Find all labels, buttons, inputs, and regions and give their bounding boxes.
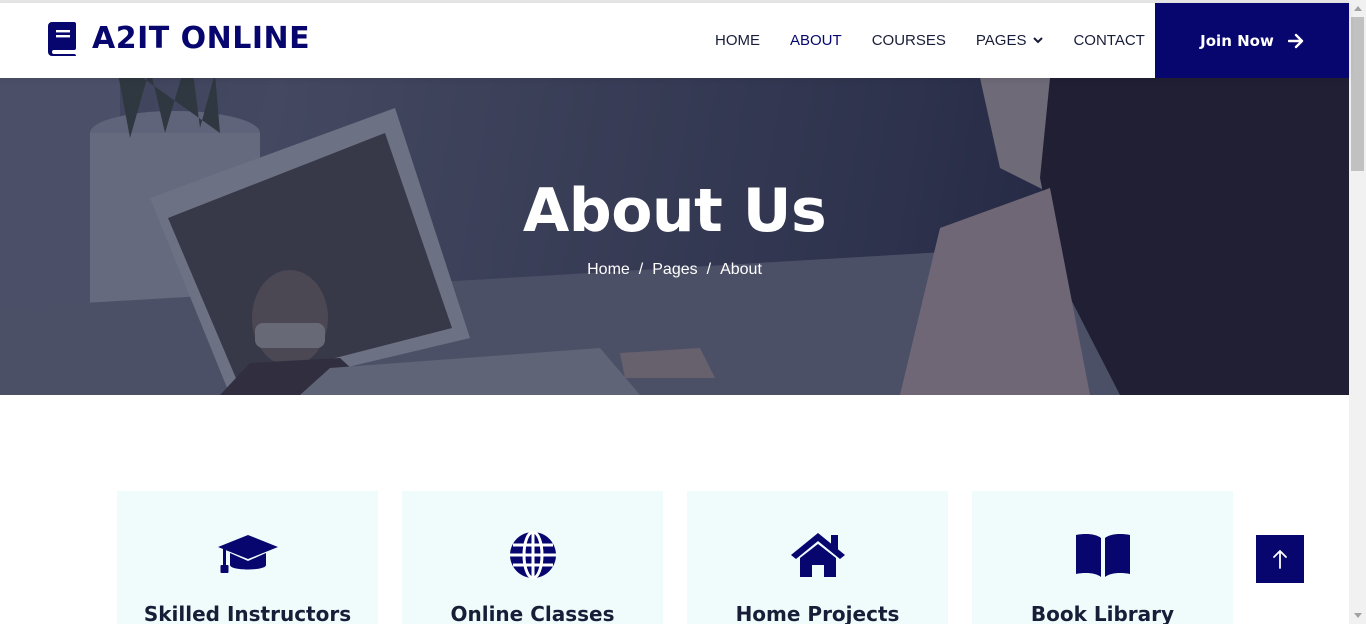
scroll-thumb[interactable] [1351,17,1364,171]
breadcrumb-separator: / [638,261,644,278]
page-title: About Us [522,176,827,246]
book-icon [48,21,76,56]
breadcrumb: Home / Pages / About [0,261,1349,279]
feature-title: Book Library [1030,602,1175,624]
breadcrumb-pages[interactable]: Pages [652,261,697,279]
breadcrumb-separator: / [706,261,712,278]
nav-courses[interactable]: COURSES [872,32,946,49]
features-row: Skilled Instructors Online Classes Home … [117,491,1257,624]
nav-about[interactable]: ABOUT [790,32,842,49]
graduation-cap-icon [217,535,278,573]
globe-icon [509,531,556,579]
hero-banner: About Us Home / Pages / About [0,78,1349,395]
arrow-right-icon [1287,33,1304,48]
caret-up-icon [1353,6,1362,11]
nav-contact[interactable]: CONTACT [1073,32,1144,49]
scroll-up-arrow[interactable] [1349,0,1366,17]
scroll-down-arrow[interactable] [1349,607,1366,624]
feature-card: Skilled Instructors [117,491,378,624]
book-open-icon [1075,534,1130,577]
navbar: A2IT ONLINE HOME ABOUT COURSES PAGES CON… [0,3,1349,78]
page-scrollbar[interactable] [1349,0,1366,624]
back-to-top-button[interactable] [1256,535,1304,583]
join-now-label: Join Now [1200,31,1274,50]
feature-card: Online Classes [402,491,663,624]
feature-card: Book Library [972,491,1233,624]
breadcrumb-home[interactable]: Home [587,261,630,279]
nav-pages-label: PAGES [975,32,1027,49]
nav-home[interactable]: HOME [715,32,760,49]
home-icon [790,533,845,577]
feature-card: Home Projects [687,491,948,624]
feature-title: Home Projects [735,602,900,624]
join-now-button[interactable]: Join Now [1155,3,1349,78]
arrow-up-icon [1273,550,1287,569]
brand-name: A2IT ONLINE [92,21,311,56]
feature-title: Online Classes [450,602,615,624]
feature-title: Skilled Instructors [143,602,352,624]
breadcrumb-current: About [720,261,762,278]
brand-logo[interactable]: A2IT ONLINE [48,21,310,56]
caret-down-icon [1353,613,1362,618]
chevron-down-icon [1033,37,1044,44]
nav-menu: HOME ABOUT COURSES PAGES CONTACT [700,3,1160,78]
nav-pages-dropdown[interactable]: PAGES [976,32,1044,49]
